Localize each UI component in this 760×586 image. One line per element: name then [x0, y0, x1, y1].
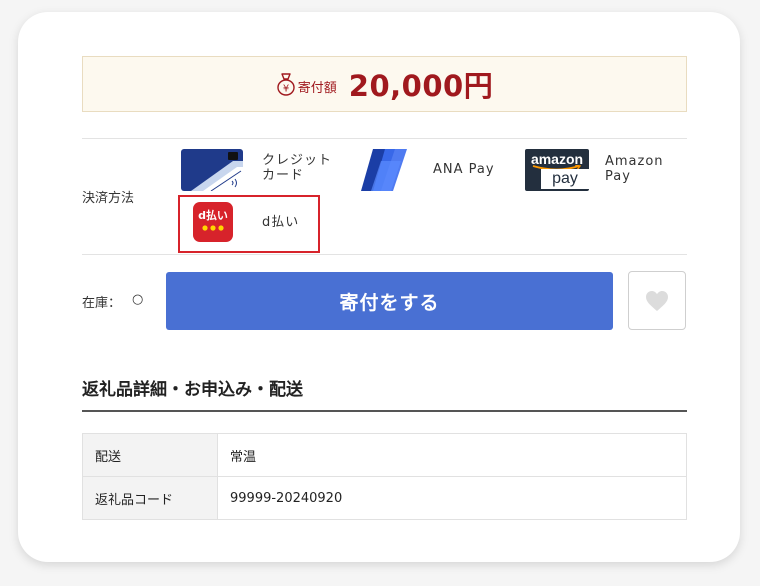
favorite-button[interactable]	[628, 271, 686, 330]
payment-ana-pay[interactable]: ANA Pay	[433, 162, 495, 177]
dots-icon	[202, 225, 224, 231]
payment-amazon-pay[interactable]: Amazon Pay	[605, 154, 664, 184]
table-row: 配送 常温	[82, 433, 687, 477]
table-row: 返礼品コード 99999-20240920	[82, 476, 687, 520]
credit-card-icon[interactable]	[181, 149, 243, 191]
money-bag-icon: ¥	[277, 73, 295, 96]
svg-text:¥: ¥	[283, 84, 289, 95]
ana-pay-icon[interactable]	[361, 149, 407, 191]
divider	[82, 138, 687, 139]
pay-panel: pay	[541, 169, 589, 189]
divider	[82, 254, 687, 255]
donate-button[interactable]: 寄付をする	[166, 272, 613, 330]
amazon-pay-icon[interactable]: amazon pay	[525, 149, 589, 191]
pay-logo-text: pay	[552, 170, 578, 187]
d-barai-icon[interactable]: d払い	[193, 202, 233, 242]
stock-value: ○	[132, 292, 144, 307]
section-title: 返礼品詳細・お申込み・配送	[82, 380, 303, 400]
heart-icon	[646, 290, 668, 311]
d-barai-logo-text: d払い	[198, 209, 228, 222]
detail-value: 99999-20240920	[217, 476, 687, 520]
stock-label: 在庫：	[82, 296, 122, 311]
donation-label: 寄付額	[297, 80, 337, 96]
payment-d-barai[interactable]: d払い	[262, 215, 299, 230]
payment-credit-card[interactable]: クレジット カード	[262, 153, 332, 183]
detail-value: 常温	[217, 433, 687, 477]
payment-method-label: 決済方法	[82, 191, 135, 206]
donation-amount-box: ¥ 寄付額 20,000円	[82, 56, 687, 112]
section-underline	[82, 410, 687, 412]
product-card: ¥ 寄付額 20,000円 決済方法 クレジット カード ANA Pay ama…	[18, 12, 740, 562]
detail-label: 配送	[82, 433, 218, 477]
detail-label: 返礼品コード	[82, 476, 218, 520]
donation-amount: 20,000円	[348, 69, 494, 103]
details-table: 配送 常温 返礼品コード 99999-20240920	[82, 433, 687, 520]
